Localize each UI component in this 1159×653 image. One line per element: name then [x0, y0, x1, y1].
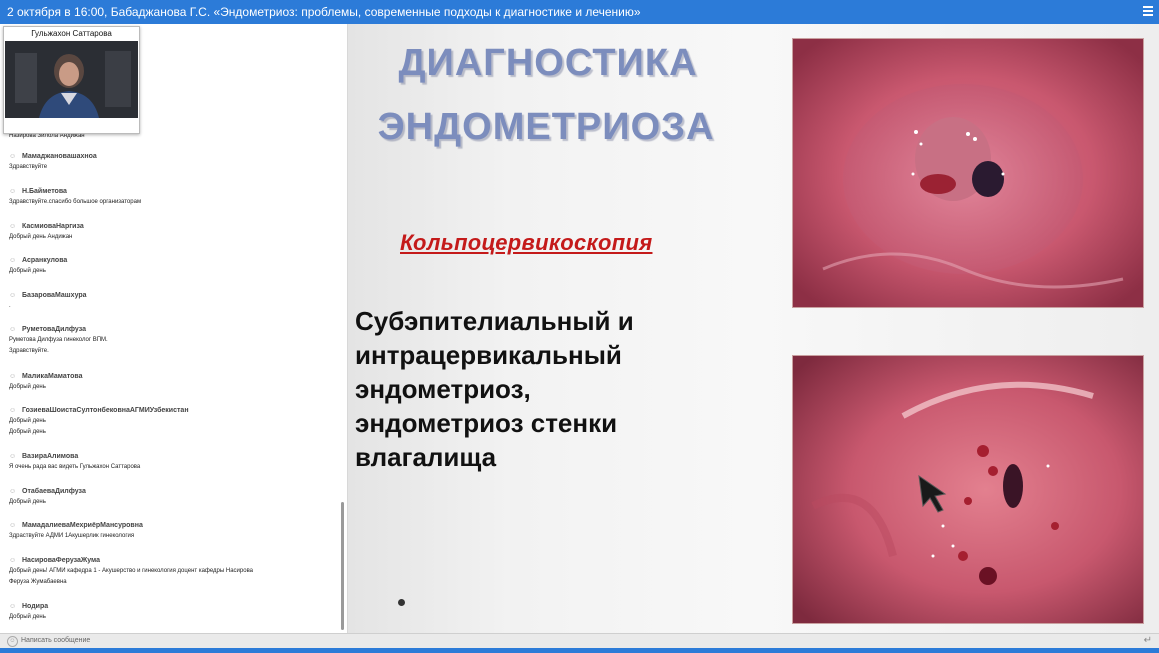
chat-author: КасмиоваНаргиза	[22, 223, 84, 230]
chat-message: ☺ МаликаМаматова Добрый день	[9, 372, 334, 393]
slide-bullet-dot	[398, 599, 405, 606]
chat-message-text: Здраствуйте АДМИ 1Акушерлик гинекология	[9, 533, 135, 539]
chat-message-text: Добрый день Андижан	[9, 234, 73, 240]
user-icon: ☺	[9, 407, 17, 414]
slide-body-line: интрацервикальный	[355, 340, 622, 370]
user-icon: ☺	[9, 453, 17, 460]
slide-subheading: Кольпоцервикоскопия	[400, 230, 653, 255]
chat-author: НасироваФерузаЖума	[22, 557, 101, 564]
chat-message-text: Добрый день	[9, 268, 46, 274]
chat-message: ☺ Н.Байметова Здравствуйте.спасибо большо…	[9, 187, 334, 208]
chat-message: ☺ КасмиоваНаргиза Добрый день Андижан	[9, 222, 334, 243]
chat-author: Нодира	[22, 603, 49, 610]
chat-message: ☺ МамадалиеваМехриёрМансуровна Здраствуйт…	[9, 521, 334, 542]
user-icon: ☺	[9, 153, 17, 160]
user-icon: ☺	[9, 373, 17, 380]
chat-message: ☺ НасироваФерузаЖума Добрый день! АГМИ ка…	[9, 556, 334, 588]
chat-message-text: Здравствуйте.спасибо большое организатор…	[9, 199, 142, 205]
chat-message: ☺ Нодира Добрый день	[9, 602, 334, 623]
chat-message-text: Добрый день	[9, 384, 46, 390]
chat-message-text: Я очень рада вас видеть Гульжахон Саттар…	[9, 464, 141, 470]
user-icon: ☺	[9, 488, 17, 495]
slide-body-line: эндометриоз,	[355, 374, 531, 404]
hamburger-icon[interactable]	[1143, 6, 1153, 17]
chat-message-text: Феруза Жумабаевна	[9, 579, 67, 585]
slide-title-line1: ДИАГНОСТИКА	[398, 42, 698, 84]
presenter-video[interactable]: Гульжахон Саттарова	[3, 26, 140, 134]
slide-body-line: влагалища	[355, 442, 497, 472]
chat-message-text: Добрый день	[9, 499, 46, 505]
slide-title-line2: ЭНДОМЕТРИОЗА	[377, 106, 715, 148]
user-icon: ☺	[9, 326, 17, 333]
chat-message: ☺ ГозиеваШоистаСултонбековнаАГМИУзбекиста…	[9, 406, 334, 438]
chat-message-text: Здравствуйте	[9, 164, 48, 170]
chat-author: МаликаМаматова	[22, 373, 83, 380]
chat-input[interactable]: Написать сообщение	[21, 634, 90, 648]
chat-message: ☺ БазароваМашхура .	[9, 291, 334, 312]
user-icon: ☺	[9, 603, 17, 610]
chat-message: ☺ Асранкулова Добрый день	[9, 256, 334, 277]
enter-icon[interactable]: ↵	[1144, 634, 1152, 648]
chat-message: ☺ ОтабаеваДилфуза Добрый день	[9, 487, 334, 508]
window-bottom-border	[0, 648, 1159, 653]
chat-message-text: Добрый день	[9, 429, 46, 435]
user-icon: ☺	[9, 292, 17, 299]
chat-author: ВазираАлимова	[22, 453, 79, 460]
chat-message-text: Руметова Дилфуза гинеколог ВПМ.	[9, 337, 108, 343]
colposcopy-photo-bottom	[792, 355, 1144, 624]
slide-body-line: Субэпителиальный и	[355, 306, 634, 336]
chat-input-bar: ☺ Написать сообщение ↵	[0, 633, 1159, 648]
presentation-slide: ДИАГНОСТИКА ЭНДОМЕТРИОЗА Кольпоцервикоск…	[348, 24, 1159, 633]
user-icon: ☺	[9, 223, 17, 230]
chat-scrollbar[interactable]	[341, 502, 344, 630]
chat-message: ☺ Мамаджановашахноа Здравствуйте	[9, 152, 334, 173]
chat-author: МамадалиеваМехриёрМансуровна	[22, 522, 143, 529]
window-titlebar: 2 октября в 16:00, Бабаджанова Г.С. «Энд…	[0, 0, 1159, 24]
presenter-name: Гульжахон Саттарова	[31, 29, 112, 38]
presenter-video-image	[5, 41, 138, 118]
slide-body-text: Субэпителиальный и интрацервикальный энд…	[355, 304, 735, 474]
chat-message: ☺ РуметоваДилфуза Руметова Дилфуза гинеко…	[9, 325, 334, 357]
chat-author: РуметоваДилфуза	[22, 326, 87, 333]
window-title: 2 октября в 16:00, Бабаджанова Г.С. «Энд…	[7, 5, 641, 19]
chat-panel: Назирова Зилола Андижан ☺ Мамаджановашахн…	[0, 24, 348, 633]
colposcopy-photo-top	[792, 38, 1144, 308]
chat-author: Мамаджановашахноа	[22, 153, 97, 160]
chat-message-text: .	[9, 303, 11, 309]
slide-body-line: эндометриоз стенки	[355, 408, 618, 438]
chat-author: Асранкулова	[22, 257, 68, 264]
chat-message-text: Добрый день! АГМИ кафедра 1 - Акушерство…	[9, 568, 254, 574]
chat-message-text: Здравствуйте.	[9, 348, 49, 354]
chat-author: Н.Байметова	[22, 188, 67, 195]
chat-message-text: Добрый день	[9, 614, 46, 620]
chat-author: ОтабаеваДилфуза	[22, 488, 86, 495]
smile-icon[interactable]: ☺	[7, 636, 18, 647]
chat-message: ☺ ВазираАлимова Я очень рада вас видеть Г…	[9, 452, 334, 473]
user-icon: ☺	[9, 188, 17, 195]
user-icon: ☺	[9, 257, 17, 264]
user-icon: ☺	[9, 557, 17, 564]
chat-author: БазароваМашхура	[22, 292, 87, 299]
video-frame	[5, 41, 138, 118]
chat-author: ГозиеваШоистаСултонбековнаАГМИУзбекистан	[22, 407, 189, 414]
user-icon: ☺	[9, 522, 17, 529]
chat-message-text: Добрый день	[9, 418, 46, 424]
